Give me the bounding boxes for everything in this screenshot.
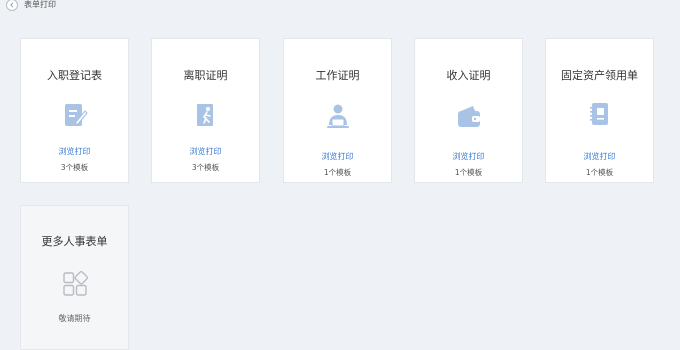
person-at-laptop-icon <box>326 104 349 128</box>
card-title: 入职登记表 <box>47 69 102 82</box>
card-title: 工作证明 <box>315 69 360 82</box>
card-title: 固定资产领用单 <box>561 69 638 82</box>
notebook-icon <box>589 103 608 125</box>
grid-apps-icon <box>62 270 88 296</box>
template-count: 3个模板 <box>191 163 220 172</box>
card-title: 收入证明 <box>446 69 491 82</box>
browse-print-link[interactable]: 浏览打印 <box>21 146 128 157</box>
card-income-certificate: 收入证明 浏览打印 1个模板 <box>414 38 523 183</box>
card-title: 更多人事表单 <box>41 235 108 248</box>
template-count: 3个模板 <box>60 163 89 172</box>
wallet-icon <box>457 106 480 127</box>
template-count: 1个模板 <box>323 168 352 177</box>
template-count: 1个模板 <box>454 168 483 177</box>
form-edit-icon <box>64 104 88 126</box>
person-leaving-icon <box>196 104 213 126</box>
browse-print-link[interactable]: 浏览打印 <box>415 151 522 162</box>
browse-print-link[interactable]: 浏览打印 <box>546 151 653 162</box>
browse-print-link[interactable]: 浏览打印 <box>152 146 259 157</box>
card-more-hr-forms: 更多人事表单 敬请期待 <box>20 205 129 350</box>
back-button[interactable] <box>6 0 18 11</box>
card-fixed-asset-requisition: 固定资产领用单 浏览打印 1个模板 <box>545 38 654 183</box>
browse-print-link[interactable]: 浏览打印 <box>284 151 391 162</box>
card-title: 离职证明 <box>183 69 228 82</box>
template-count: 1个模板 <box>585 168 614 177</box>
card-onboarding-form: 入职登记表 浏览打印 3个模板 <box>20 38 129 183</box>
chevron-left-icon <box>10 2 14 8</box>
card-resignation-certificate: 离职证明 浏览打印 3个模板 <box>151 38 260 183</box>
page-title: 表单打印 <box>24 0 56 9</box>
card-employment-certificate: 工作证明 浏览打印 1个模板 <box>283 38 392 183</box>
coming-soon-label: 敬请期待 <box>58 314 91 323</box>
